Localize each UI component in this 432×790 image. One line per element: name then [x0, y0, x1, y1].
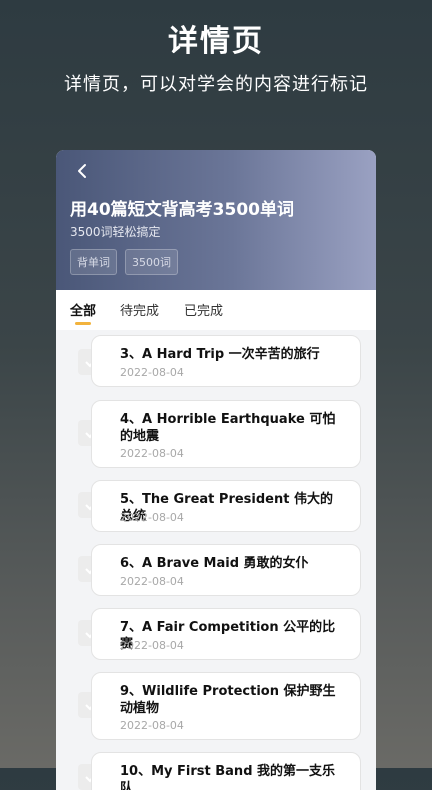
lesson-card[interactable]: 7、A Fair Competition 公平的比赛 2022-08-04 [91, 608, 361, 660]
tab-all[interactable]: 全部 [70, 300, 96, 319]
lesson-card[interactable]: 10、My First Band 我的第一支乐队 [91, 752, 361, 790]
back-arrow-icon[interactable] [74, 162, 92, 180]
lesson-date: 2022-08-04 [120, 575, 184, 588]
lesson-date: 2022-08-04 [120, 639, 184, 652]
lesson-card[interactable]: 3、A Hard Trip 一次辛苦的旅行 2022-08-04 [91, 335, 361, 387]
lesson-date: 2022-08-04 [120, 511, 184, 524]
phone-screen: 用40篇短文背高考3500单词 3500词轻松搞定 背单词 3500词 全部 待… [56, 150, 376, 790]
book-subtitle: 3500词轻松搞定 [70, 225, 161, 239]
active-tab-indicator [75, 322, 91, 325]
lesson-title: 6、A Brave Maid 勇敢的女仆 [120, 556, 309, 571]
lesson-title: 4、A Horrible Earthquake 可怕的地震 [120, 412, 336, 444]
promo-subtitle: 详情页，可以对学会的内容进行标记 [64, 74, 368, 95]
lesson-card[interactable]: 6、A Brave Maid 勇敢的女仆 2022-08-04 [91, 544, 361, 596]
lesson-date: 2022-08-04 [120, 719, 184, 732]
tag: 3500词 [125, 249, 178, 275]
lesson-title: 9、Wildlife Protection 保护野生动植物 [120, 684, 336, 716]
lesson-date: 2022-08-04 [120, 447, 184, 460]
tab-pending[interactable]: 待完成 [120, 300, 159, 319]
lesson-card[interactable]: 9、Wildlife Protection 保护野生动植物 2022-08-04 [91, 672, 361, 740]
lesson-title: 3、A Hard Trip 一次辛苦的旅行 [120, 347, 320, 362]
lesson-card[interactable]: 5、The Great President 伟大的总统 2022-08-04 [91, 480, 361, 532]
detail-header: 用40篇短文背高考3500单词 3500词轻松搞定 背单词 3500词 [56, 150, 376, 290]
tag-list: 背单词 3500词 [70, 249, 178, 275]
lesson-card[interactable]: 4、A Horrible Earthquake 可怕的地震 2022-08-04 [91, 400, 361, 468]
tab-completed[interactable]: 已完成 [184, 300, 223, 319]
book-title: 用40篇短文背高考3500单词 [70, 200, 294, 220]
filter-tabs: 全部 待完成 已完成 [56, 290, 376, 330]
promo-title: 详情页 [168, 24, 264, 59]
lesson-date: 2022-08-04 [120, 366, 184, 379]
tag: 背单词 [70, 249, 117, 275]
lesson-title: 10、My First Band 我的第一支乐队 [120, 764, 336, 790]
